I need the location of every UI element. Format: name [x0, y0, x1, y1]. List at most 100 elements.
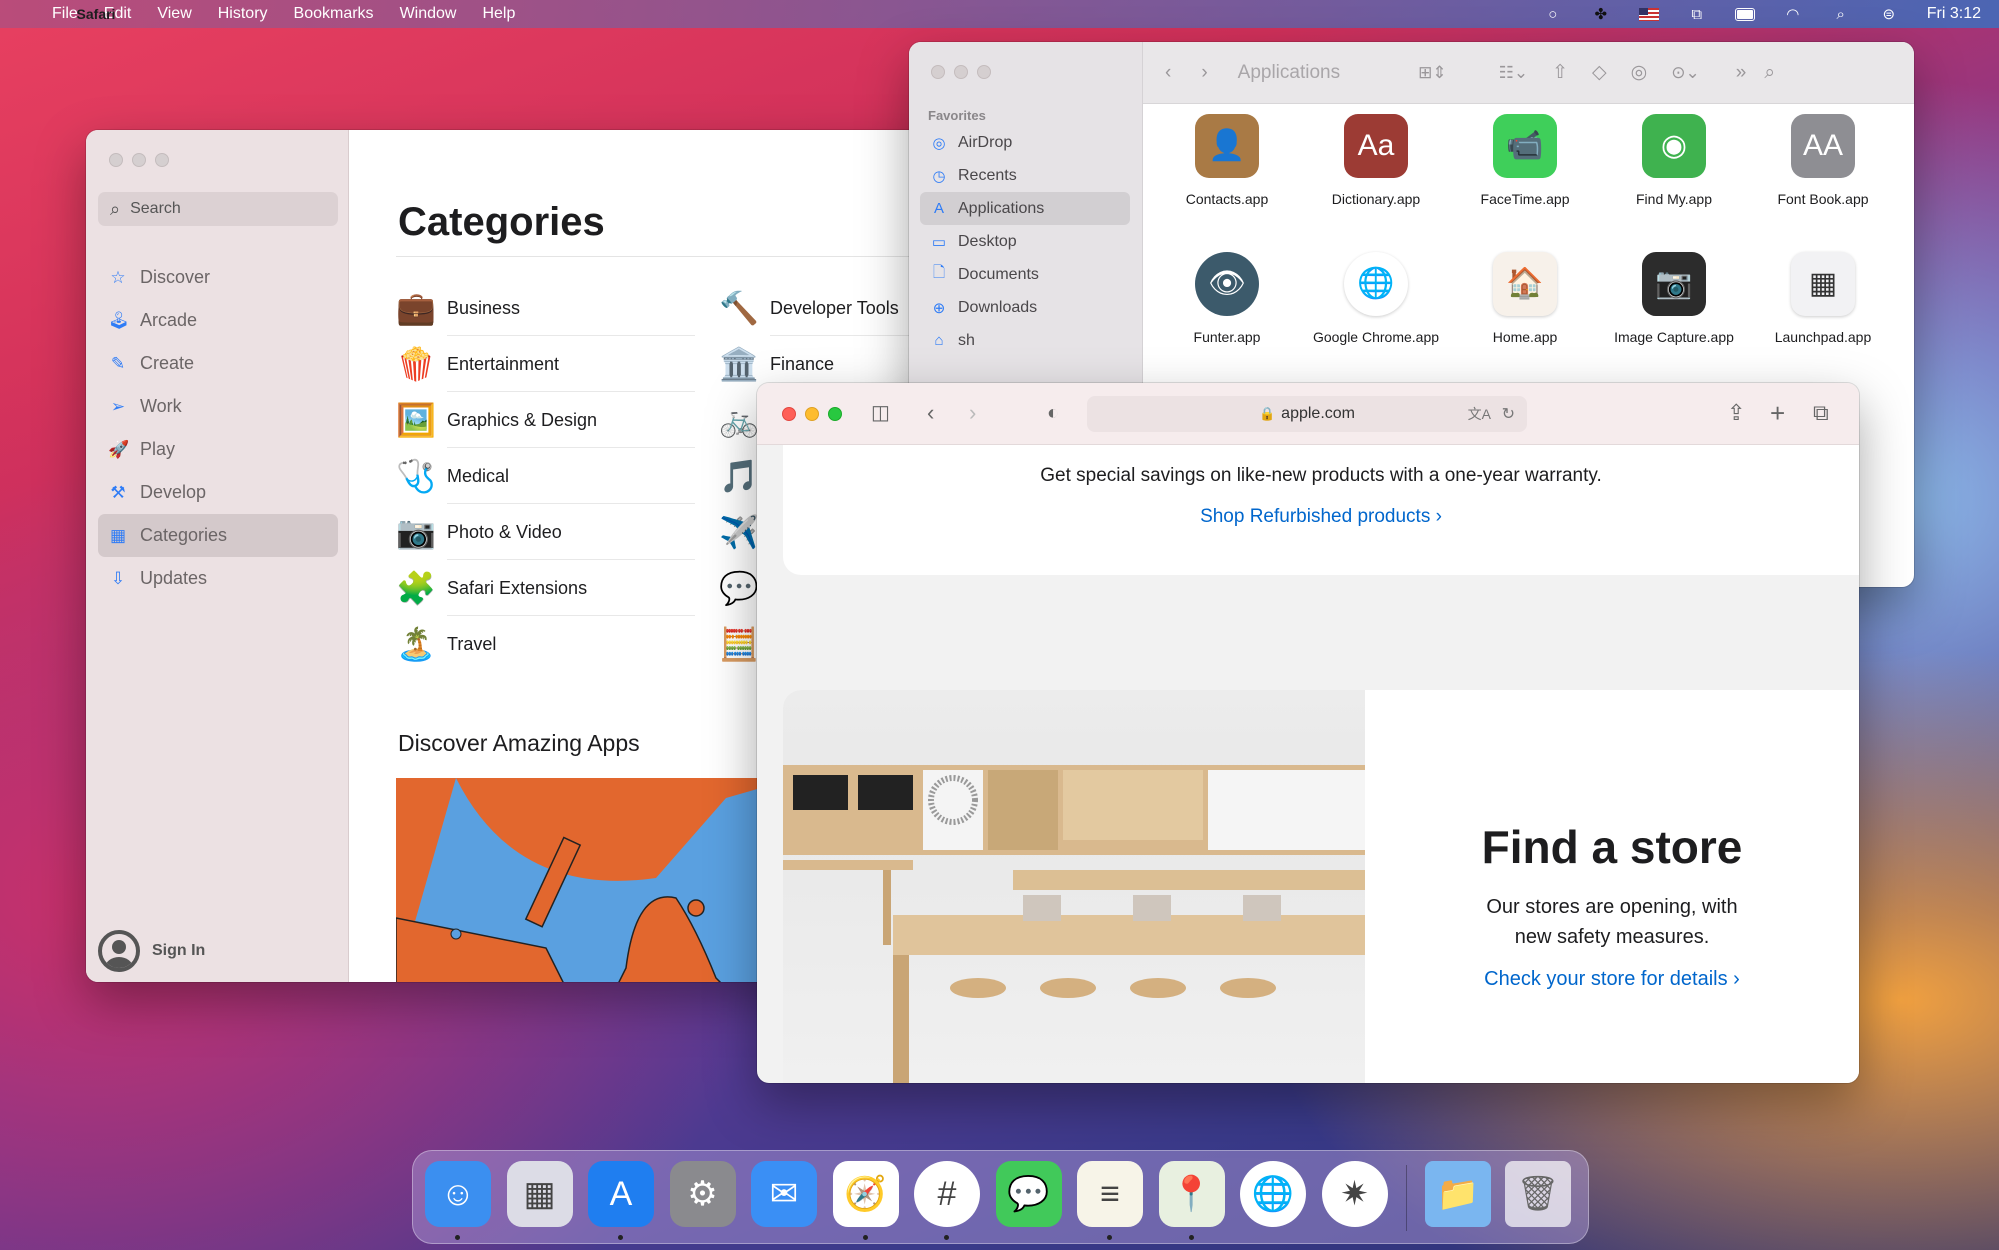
- sidebar-item-develop[interactable]: ⚒ Develop: [98, 471, 338, 514]
- translate-icon[interactable]: 文A: [1468, 404, 1491, 424]
- close-button[interactable]: [109, 153, 123, 167]
- menu-window[interactable]: Window: [400, 5, 457, 23]
- app-item[interactable]: ◉ Find My.app: [1604, 114, 1744, 208]
- minimize-button[interactable]: [132, 153, 146, 167]
- dock-maccleaner-icon[interactable]: ✷: [1321, 1161, 1388, 1227]
- shop-refurbished-link[interactable]: Shop Refurbished products ›: [783, 506, 1859, 528]
- zoom-button[interactable]: [155, 153, 169, 167]
- sidebar-item-work[interactable]: ➢ Work: [98, 385, 338, 428]
- dock-separator: [1406, 1165, 1407, 1231]
- category-medical[interactable]: 🩺 Medical: [396, 448, 695, 504]
- app-item[interactable]: 🌐 Google Chrome.app: [1306, 252, 1446, 346]
- tag-button[interactable]: ◇: [1592, 61, 1607, 84]
- category-business[interactable]: 💼 Business: [396, 280, 695, 336]
- sidebar-item-recents[interactable]: ◷ Recents: [920, 159, 1130, 192]
- airdrop-button[interactable]: ◎: [1631, 61, 1648, 84]
- search-field[interactable]: ⌕ Search: [98, 192, 338, 226]
- app-item[interactable]: 📷 Image Capture.app: [1604, 252, 1744, 346]
- category-travel[interactable]: 🏝️ Travel: [396, 616, 496, 672]
- close-button[interactable]: [782, 407, 796, 421]
- category-entertainment[interactable]: 🍿 Entertainment: [396, 336, 695, 392]
- sidebar-toggle-icon[interactable]: ◫: [871, 401, 890, 425]
- app-item[interactable]: 🏠 Home.app: [1455, 252, 1595, 346]
- dock-mail-icon[interactable]: ✉: [751, 1161, 817, 1227]
- close-button[interactable]: [931, 65, 945, 79]
- trash-icon[interactable]: 🗑: [1505, 1161, 1571, 1227]
- control-center-icon[interactable]: ⊜: [1879, 6, 1899, 23]
- discover-banner-image[interactable]: [396, 778, 796, 982]
- splashtop-icon[interactable]: ✤: [1591, 6, 1611, 23]
- tab-overview-icon[interactable]: ⧉: [1813, 401, 1829, 425]
- more-actions-button[interactable]: ⊙⌄: [1671, 63, 1700, 83]
- battery-icon[interactable]: [1734, 6, 1755, 22]
- screen-mirror-icon[interactable]: ⧉: [1687, 6, 1707, 23]
- search-button[interactable]: ⌕: [1764, 62, 1775, 84]
- address-bar[interactable]: 🔒 apple.com 文A ↻: [1087, 396, 1527, 432]
- back-button[interactable]: ‹: [1165, 62, 1171, 84]
- app-item[interactable]: 👁 Funter.app: [1157, 252, 1297, 346]
- us-flag-icon[interactable]: [1638, 6, 1659, 22]
- dock-app-store-icon[interactable]: A: [588, 1161, 654, 1227]
- sidebar-item-airdrop[interactable]: ◎ AirDrop: [920, 126, 1130, 159]
- check-store-link[interactable]: Check your store for details ›: [1365, 968, 1859, 991]
- sidebar-item-applications[interactable]: A Applications: [920, 192, 1130, 225]
- dock-system-preferences-icon[interactable]: ⚙: [669, 1161, 736, 1227]
- category-graphics-design[interactable]: 🖼️ Graphics & Design: [396, 392, 695, 448]
- share-icon[interactable]: ⇪: [1727, 401, 1745, 425]
- sidebar-item-play[interactable]: 🚀 Play: [98, 428, 338, 471]
- sidebar-item-downloads[interactable]: ⊕ Downloads: [920, 291, 1130, 324]
- menu-history[interactable]: History: [218, 5, 268, 23]
- app-item[interactable]: AA Font Book.app: [1753, 114, 1893, 208]
- zoom-button[interactable]: [828, 407, 842, 421]
- share-button[interactable]: ⇧: [1552, 61, 1568, 84]
- dock-messages-icon[interactable]: 💬: [995, 1161, 1062, 1227]
- dock-launchpad-icon[interactable]: ▦: [506, 1161, 573, 1227]
- minimize-button[interactable]: [805, 407, 819, 421]
- spotlight-icon[interactable]: ⌕: [1831, 6, 1851, 23]
- sidebar-item-discover[interactable]: ☆ Discover: [98, 256, 338, 299]
- sidebar-item-home[interactable]: ⌂ sh: [920, 324, 1130, 357]
- category-safari-extensions[interactable]: 🧩 Safari Extensions: [396, 560, 695, 616]
- group-button[interactable]: ☷⌄: [1499, 63, 1528, 83]
- privacy-shield-icon[interactable]: ◐: [1047, 401, 1059, 425]
- sign-in-button[interactable]: Sign In: [98, 930, 205, 972]
- toolbar-overflow-button[interactable]: »: [1736, 62, 1747, 84]
- circle-icon[interactable]: ○: [1543, 6, 1563, 23]
- menu-app-name[interactable]: Safari: [26, 5, 166, 23]
- wifi-icon[interactable]: ◠: [1783, 6, 1803, 23]
- forward-button[interactable]: ›: [1201, 62, 1207, 84]
- minimize-button[interactable]: [954, 65, 968, 79]
- sidebar-item-desktop[interactable]: ▭ Desktop: [920, 225, 1130, 258]
- dock-maps-icon[interactable]: 📍: [1158, 1161, 1225, 1227]
- forward-button[interactable]: ›: [969, 401, 976, 425]
- category-developer-tools[interactable]: 🔨 Developer Tools: [719, 280, 966, 336]
- dock-finder-icon[interactable]: ☺: [425, 1161, 491, 1227]
- sidebar-item-categories[interactable]: ▦ Categories: [98, 514, 338, 557]
- reload-icon[interactable]: ↻: [1502, 404, 1515, 424]
- sidebar-item-label: Categories: [140, 525, 228, 545]
- view-icons-button[interactable]: ⊞⇕: [1418, 63, 1447, 83]
- sidebar-item-documents[interactable]: 🗋 Documents: [920, 258, 1130, 291]
- dock-safari-icon[interactable]: 🧭: [832, 1161, 899, 1227]
- new-tab-icon[interactable]: +: [1770, 400, 1785, 426]
- app-item[interactable]: Aa Dictionary.app: [1306, 114, 1446, 208]
- back-button[interactable]: ‹: [927, 401, 934, 425]
- sidebar-item-create[interactable]: ✎ Create: [98, 342, 338, 385]
- zoom-button[interactable]: [977, 65, 991, 79]
- dock-slack-icon[interactable]: #: [914, 1161, 980, 1227]
- app-item[interactable]: 📹 FaceTime.app: [1455, 114, 1595, 208]
- app-item[interactable]: ▦ Launchpad.app: [1753, 252, 1893, 346]
- menu-bookmarks[interactable]: Bookmarks: [294, 5, 374, 23]
- applications-folder-icon[interactable]: 📁: [1425, 1161, 1491, 1227]
- sidebar-item-updates[interactable]: ⇩ Updates: [98, 557, 338, 600]
- sidebar-item-arcade[interactable]: 🕹 Arcade: [98, 299, 338, 342]
- window-title: Applications: [1237, 61, 1341, 83]
- category-photo-video[interactable]: 📷 Photo & Video: [396, 504, 695, 560]
- app-name: Image Capture.app: [1614, 329, 1734, 345]
- dock-notes-icon[interactable]: ≡: [1077, 1161, 1143, 1227]
- menu-clock[interactable]: Fri 3:12: [1927, 5, 1981, 23]
- menu-help[interactable]: Help: [482, 5, 515, 23]
- app-item[interactable]: 👤 Contacts.app: [1157, 114, 1297, 208]
- sidebar-item-label: Arcade: [140, 310, 198, 330]
- dock-google-chrome-icon[interactable]: 🌐: [1240, 1161, 1306, 1227]
